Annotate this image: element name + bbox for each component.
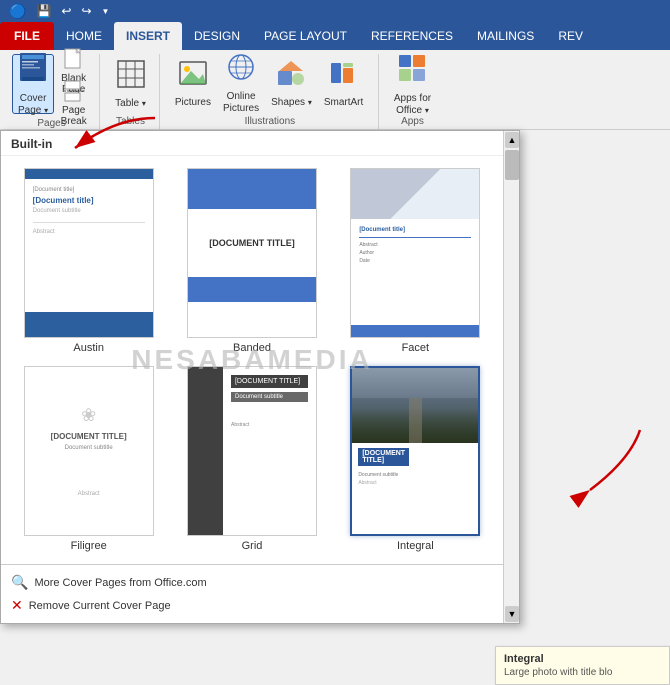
tab-rev[interactable]: REV bbox=[546, 22, 595, 50]
more-cover-pages-option[interactable]: 🔍 More Cover Pages from Office.com bbox=[11, 571, 493, 594]
pictures-icon bbox=[179, 59, 207, 95]
more-cover-pages-icon: 🔍 bbox=[11, 574, 28, 591]
filigree-cover-item[interactable]: ❀ [DOCUMENT TITLE] Document subtitle Abs… bbox=[13, 366, 164, 552]
quick-access-toolbar: 🔵 💾 ↩ ↪ ▼ bbox=[0, 0, 670, 22]
tables-group-label: Tables bbox=[116, 116, 145, 129]
scrollbar[interactable]: ▲ ▼ bbox=[503, 131, 519, 623]
filigree-label: Filigree bbox=[71, 540, 107, 552]
banded-thumb: [DOCUMENT TITLE] bbox=[187, 168, 317, 338]
apps-for-office-label: Apps forOffice ▾ bbox=[394, 93, 431, 117]
cover-page-label: CoverPage ▾ bbox=[18, 93, 48, 117]
cover-page-icon bbox=[18, 51, 48, 92]
builtin-section-label: Built-in bbox=[1, 131, 503, 156]
pictures-button[interactable]: Pictures bbox=[170, 54, 216, 114]
table-button[interactable]: Table ▾ bbox=[110, 55, 151, 115]
apps-group-label: Apps bbox=[401, 116, 424, 129]
red-arrow-2 bbox=[550, 420, 650, 520]
blank-page-icon bbox=[64, 48, 84, 73]
redo-btn[interactable]: ↪ bbox=[78, 3, 94, 19]
undo-btn[interactable]: ↩ bbox=[58, 3, 74, 19]
tooltip-description: Large photo with title blo bbox=[504, 667, 661, 678]
grid-thumb: [DOCUMENT TITLE] Document subtitle Abstr… bbox=[187, 366, 317, 536]
shapes-icon bbox=[277, 59, 305, 95]
remove-cover-page-option[interactable]: ✕ Remove Current Cover Page bbox=[11, 594, 493, 617]
ribbon-tabs: FILE HOME INSERT DESIGN PAGE LAYOUT REFE… bbox=[0, 22, 670, 50]
page-break-button[interactable]: PageBreak bbox=[56, 88, 91, 118]
austin-thumb: [Document title] [Document title] Docume… bbox=[24, 168, 154, 338]
pages-group: CoverPage ▾ BlankPage bbox=[4, 54, 100, 129]
tab-references[interactable]: REFERENCES bbox=[359, 22, 465, 50]
page-break-icon bbox=[64, 80, 84, 105]
smartart-icon bbox=[330, 59, 358, 95]
table-icon bbox=[117, 60, 145, 96]
facet-label: Facet bbox=[402, 342, 430, 354]
banded-cover-item[interactable]: [DOCUMENT TITLE] Banded bbox=[176, 168, 327, 354]
illustrations-group: Pictures OnlinePictures bbox=[162, 54, 379, 129]
shapes-button[interactable]: Shapes ▾ bbox=[266, 54, 317, 114]
facet-cover-item[interactable]: [Document title] Abstract Author Date Fa… bbox=[340, 168, 491, 354]
grid-cover-item[interactable]: [DOCUMENT TITLE] Document subtitle Abstr… bbox=[176, 366, 327, 552]
integral-thumb: [DOCUMENTTITLE] Document subtitle Abstra… bbox=[350, 366, 480, 536]
qa-dropdown[interactable]: ▼ bbox=[99, 6, 113, 17]
tab-insert[interactable]: INSERT bbox=[114, 22, 182, 50]
tab-design[interactable]: DESIGN bbox=[182, 22, 252, 50]
apps-for-office-icon bbox=[397, 53, 427, 91]
online-pictures-icon bbox=[227, 54, 255, 89]
apps-group: Apps forOffice ▾ Apps bbox=[381, 54, 444, 129]
online-pictures-button[interactable]: OnlinePictures bbox=[218, 54, 264, 114]
smartart-label: SmartArt bbox=[324, 97, 363, 109]
austin-label: Austin bbox=[73, 342, 104, 354]
integral-tooltip: Integral Large photo with title blo bbox=[495, 646, 670, 685]
cover-grid: [Document title] [Document title] Docume… bbox=[1, 156, 503, 564]
integral-label: Integral bbox=[397, 540, 434, 552]
word-icon: 🔵 bbox=[6, 2, 29, 21]
tab-mailings[interactable]: MAILINGS bbox=[465, 22, 546, 50]
banded-label: Banded bbox=[233, 342, 271, 354]
cover-page-dropdown: Built-in NESABAMEDIA [Document title] [D… bbox=[0, 130, 520, 624]
austin-cover-item[interactable]: [Document title] [Document title] Docume… bbox=[13, 168, 164, 354]
illustrations-group-label: Illustrations bbox=[245, 116, 296, 129]
integral-cover-item[interactable]: [DOCUMENTTITLE] Document subtitle Abstra… bbox=[340, 366, 491, 552]
bottom-options: 🔍 More Cover Pages from Office.com ✕ Rem… bbox=[1, 564, 503, 623]
remove-cover-icon: ✕ bbox=[11, 597, 23, 614]
cover-page-button[interactable]: CoverPage ▾ bbox=[12, 54, 54, 114]
pictures-label: Pictures bbox=[175, 97, 211, 109]
tab-home[interactable]: HOME bbox=[54, 22, 114, 50]
apps-for-office-button[interactable]: Apps forOffice ▾ bbox=[389, 55, 436, 115]
shapes-label: Shapes ▾ bbox=[271, 97, 312, 109]
more-cover-pages-label: More Cover Pages from Office.com bbox=[34, 577, 206, 589]
tables-group: Table ▾ Tables bbox=[102, 54, 160, 129]
table-label: Table ▾ bbox=[115, 98, 146, 110]
smartart-button[interactable]: SmartArt bbox=[319, 54, 368, 114]
grid-label: Grid bbox=[242, 540, 263, 552]
tab-file[interactable]: FILE bbox=[0, 22, 54, 50]
remove-cover-label: Remove Current Cover Page bbox=[29, 600, 171, 612]
save-btn[interactable]: 💾 bbox=[33, 3, 54, 19]
facet-thumb: [Document title] Abstract Author Date bbox=[350, 168, 480, 338]
tab-page-layout[interactable]: PAGE LAYOUT bbox=[252, 22, 359, 50]
ribbon-toolbar: CoverPage ▾ BlankPage bbox=[0, 50, 670, 130]
tooltip-title: Integral bbox=[504, 653, 661, 665]
online-pictures-label: OnlinePictures bbox=[223, 91, 259, 115]
filigree-thumb: ❀ [DOCUMENT TITLE] Document subtitle Abs… bbox=[24, 366, 154, 536]
